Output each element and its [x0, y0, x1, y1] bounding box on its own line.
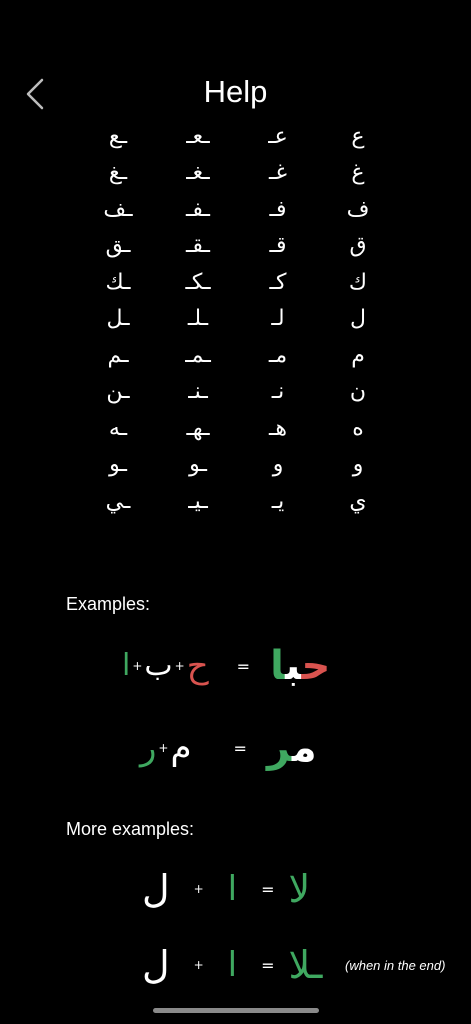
letter-medial: ـغـ [186, 160, 210, 186]
plus-sign: + [193, 958, 204, 972]
letter-final: ـه [108, 415, 128, 441]
plus-sign: + [158, 741, 169, 755]
example-4: ل + ا = ـلا [142, 946, 322, 984]
letter-medial: ـو [189, 452, 207, 478]
letter-initial: كـ [269, 269, 287, 295]
letter-medial: ـعـ [186, 123, 210, 149]
letter-initial: نـ [271, 379, 285, 405]
letter-initial: عـ [268, 123, 288, 149]
letter-initial: هـ [268, 415, 288, 441]
letter-row: ـق ـقـ قـ ق [78, 228, 398, 265]
letter-initial: غـ [269, 160, 287, 186]
result-beh: ب [285, 643, 302, 689]
letter-alef: ا [227, 945, 238, 985]
example-1: ا + ب + ح = حبا [122, 646, 330, 686]
letter-isolated: ق [349, 233, 367, 259]
letter-isolated: ع [351, 123, 365, 149]
more-examples-label: More examples: [66, 819, 195, 839]
letter-row: ـي ـيـ يـ ي [78, 483, 398, 520]
letter-medial: ـقـ [185, 233, 211, 259]
letter-isolated: و [352, 452, 364, 478]
letter-final: ـع [108, 123, 128, 149]
example-3: ل + ا = لا [142, 870, 310, 908]
letter-medial: ـفـ [185, 196, 211, 222]
when-in-end-note: (when in the end) [345, 958, 446, 973]
plus-sign: + [193, 882, 204, 896]
letter-final: ـي [105, 488, 131, 514]
final-lam-alef-result: ـلا [288, 943, 323, 987]
example-2-result: مر [267, 728, 317, 768]
letter-final: ـق [105, 233, 131, 259]
letter-alef: ا [122, 648, 131, 683]
result-reh: ر [266, 725, 292, 771]
letter-final: ـو [109, 452, 127, 478]
letter-isolated: ف [346, 196, 370, 222]
letter-isolated: ه [352, 415, 364, 441]
letter-initial: مـ [268, 342, 288, 368]
letter-initial: يـ [271, 488, 285, 514]
letter-medial: ـيـ [188, 488, 208, 514]
letter-final: ـغ [108, 160, 128, 186]
letter-hah: ح [186, 646, 209, 686]
letter-row: ـم ـمـ مـ م [78, 337, 398, 374]
result-alef: ا [270, 643, 286, 689]
plus-sign: + [174, 659, 185, 673]
letter-reh: ر [140, 728, 157, 768]
letter-isolated: ك [348, 269, 368, 295]
equals-sign: = [261, 955, 275, 975]
letter-isolated: ل [350, 306, 366, 332]
result-meem: م [291, 725, 317, 771]
example-2: ر + م = مر [140, 728, 317, 768]
letter-final: ـل [106, 306, 130, 332]
letter-initial: قـ [269, 233, 287, 259]
letter-row: ـك ـكـ كـ ك [78, 264, 398, 301]
letter-row: ـل ـلـ لـ ل [78, 301, 398, 338]
equals-sign: = [236, 656, 251, 676]
letter-row: ـع ـعـ عـ ع [78, 118, 398, 155]
letter-isolated: غ [351, 160, 365, 186]
letter-row: ـه ـهـ هـ ه [78, 410, 398, 447]
letter-medial: ـمـ [185, 342, 211, 368]
plus-sign: + [132, 659, 143, 673]
letter-row: ـغ ـغـ غـ غ [78, 155, 398, 192]
examples-label: Examples: [66, 594, 151, 614]
letter-initial: فـ [269, 196, 287, 222]
letter-forms-table: ـع ـعـ عـ ع ـغ ـغـ غـ غ ـف ـفـ فـ ف ـق ـقـ قـ ق ـك ـكـ كـ ك… [78, 118, 398, 520]
letter-initial: لـ [271, 306, 285, 332]
lam-alef-result: لا [288, 867, 311, 911]
letter-initial: و [272, 452, 284, 478]
letter-beh: ب [144, 648, 173, 683]
home-indicator[interactable] [153, 1008, 319, 1013]
letter-medial: ـكـ [185, 269, 211, 295]
letter-isolated: ن [349, 379, 367, 405]
letter-alef: ا [227, 869, 238, 909]
letter-meem: م [170, 728, 192, 768]
letter-lam: ل [142, 943, 170, 987]
letter-final: ـم [107, 342, 129, 368]
letter-final: ـك [105, 269, 131, 295]
letter-isolated: م [351, 342, 365, 368]
page-title: Help [203, 74, 268, 109]
letter-medial: ـنـ [188, 379, 208, 405]
letter-isolated: ي [349, 488, 367, 514]
letter-lam: ل [142, 867, 170, 911]
letter-row: ـف ـفـ فـ ف [78, 191, 398, 228]
result-hah: ح [301, 643, 331, 689]
letter-final: ـف [103, 196, 133, 222]
example-1-result: حبا [270, 646, 330, 686]
letter-medial: ـلـ [187, 306, 209, 332]
letter-row: ـن ـنـ نـ ن [78, 374, 398, 411]
equals-sign: = [233, 738, 247, 758]
letter-medial: ـهـ [186, 415, 210, 441]
letter-row: ـو ـو و و [78, 447, 398, 484]
equals-sign: = [261, 879, 275, 899]
letter-final: ـن [106, 379, 130, 405]
